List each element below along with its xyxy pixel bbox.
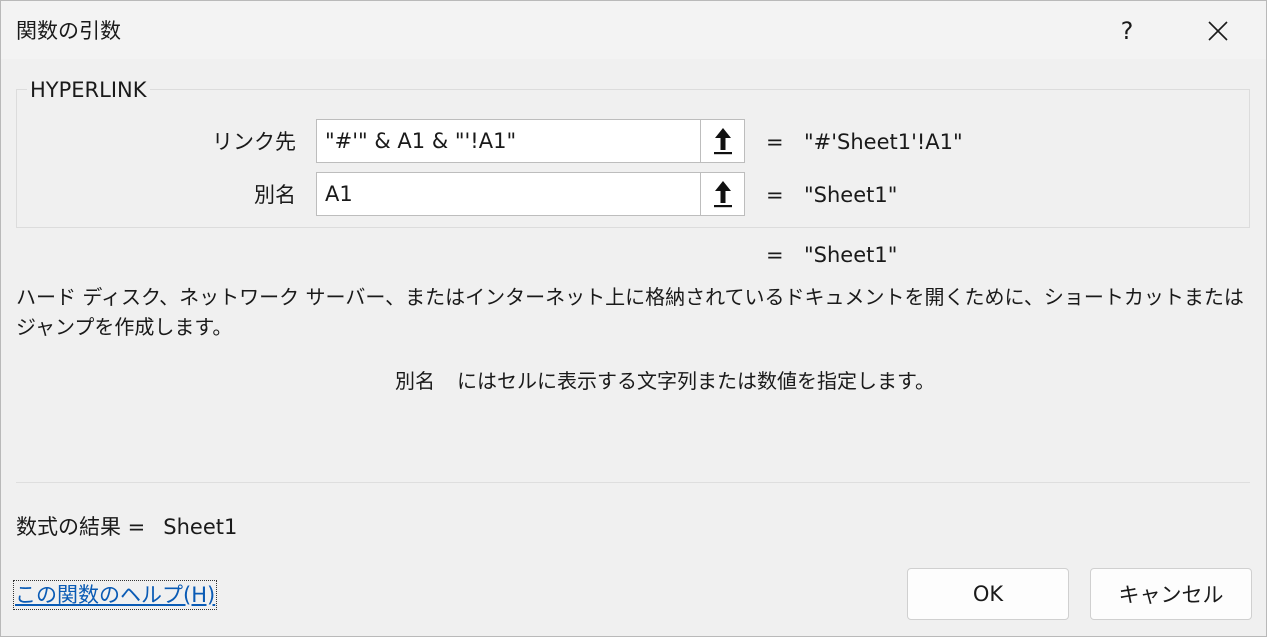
function-name: HYPERLINK bbox=[27, 77, 150, 103]
function-arguments-dialog: 関数の引数 ? HYPERLINK リンク先 "#'" & A1 & "'!A1… bbox=[0, 0, 1267, 637]
arg-label-link-location: リンク先 bbox=[212, 130, 296, 154]
title-bar: 関数の引数 ? bbox=[1, 1, 1266, 59]
formula-result-label: 数式の結果 = bbox=[16, 515, 146, 539]
arg-result-link-location: "#'Sheet1'!A1" bbox=[804, 130, 963, 154]
collapse-button-friendly-name[interactable] bbox=[700, 172, 745, 216]
function-description: ハード ディスク、ネットワーク サーバー、またはインターネット上に格納されている… bbox=[16, 285, 1244, 339]
collapse-button-link-location[interactable] bbox=[700, 119, 745, 163]
arg-result-friendly-name: "Sheet1" bbox=[804, 183, 898, 207]
dialog-title: 関数の引数 bbox=[16, 19, 121, 43]
argument-description-text: にはセルに表示する文字列または数値を指定します。 bbox=[457, 369, 935, 393]
arg-equals-link-location: = bbox=[766, 130, 784, 154]
close-icon bbox=[1208, 21, 1228, 41]
formula-result-value: Sheet1 bbox=[163, 515, 238, 539]
arg-input-friendly-name[interactable]: A1 bbox=[316, 172, 701, 216]
argument-description: 別名 にはセルに表示する文字列または数値を指定します。 bbox=[395, 368, 935, 394]
formula-result: 数式の結果 = Sheet1 bbox=[16, 514, 237, 540]
arg-label-friendly-name: 別名 bbox=[254, 183, 296, 207]
argument-description-name: 別名 bbox=[395, 369, 435, 393]
collapse-arrow-up-icon bbox=[713, 181, 732, 208]
collapse-arrow-up-icon bbox=[713, 128, 732, 155]
ok-button[interactable]: OK bbox=[907, 568, 1069, 620]
function-result-value: "Sheet1" bbox=[804, 243, 898, 267]
arg-input-link-location[interactable]: "#'" & A1 & "'!A1" bbox=[316, 119, 701, 163]
cancel-button[interactable]: キャンセル bbox=[1090, 568, 1252, 620]
help-button[interactable]: ? bbox=[1099, 9, 1155, 53]
close-button[interactable] bbox=[1190, 9, 1246, 53]
divider bbox=[16, 482, 1250, 483]
function-help-link[interactable]: この関数のヘルプ(H) bbox=[13, 580, 218, 610]
function-result-equals: = bbox=[766, 243, 784, 267]
arg-equals-friendly-name: = bbox=[766, 183, 784, 207]
